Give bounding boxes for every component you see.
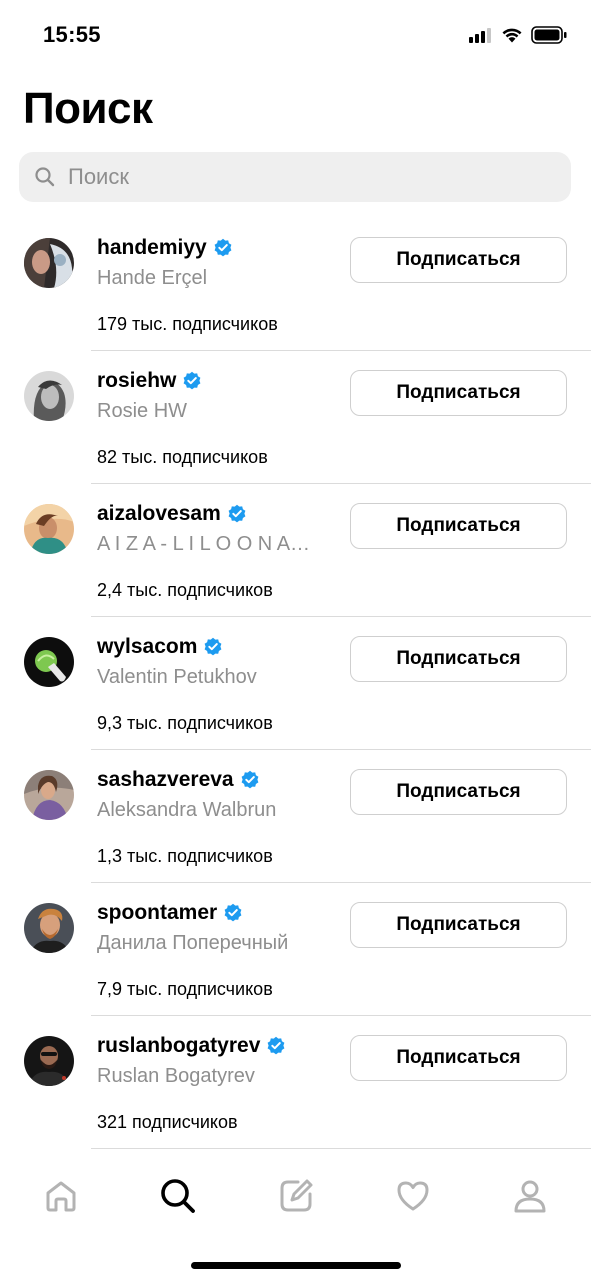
tab-activity[interactable] <box>393 1176 433 1216</box>
follow-button[interactable]: Подписаться <box>350 370 567 416</box>
follow-button[interactable]: Подписаться <box>350 503 567 549</box>
verified-badge-icon <box>204 637 222 656</box>
avatar[interactable] <box>24 371 74 421</box>
tab-profile[interactable] <box>510 1176 550 1216</box>
search-icon <box>35 167 55 187</box>
verified-badge-icon <box>228 504 246 523</box>
full-name: A I Z A - L I L O O N A… <box>97 533 311 555</box>
battery-icon <box>531 26 567 44</box>
profile-icon <box>514 1180 546 1213</box>
follower-count: 1,3 тыс. подписчиков <box>97 846 273 866</box>
tab-compose[interactable] <box>276 1176 316 1216</box>
search-bar[interactable] <box>19 152 571 202</box>
compose-icon <box>280 1179 313 1212</box>
follower-count: 7,9 тыс. подписчиков <box>97 979 273 999</box>
verified-badge-icon <box>224 903 242 922</box>
verified-badge-icon <box>241 770 259 789</box>
follow-button[interactable]: Подписаться <box>350 636 567 682</box>
username[interactable]: handemiyy <box>97 236 207 260</box>
username[interactable]: wylsacom <box>97 635 197 659</box>
follower-count: 2,4 тыс. подписчиков <box>97 580 273 600</box>
username-line: spoontamer <box>97 901 243 925</box>
heart-icon <box>397 1181 429 1211</box>
status-time: 15:55 <box>43 22 101 47</box>
verified-badge-icon <box>183 371 201 390</box>
avatar[interactable] <box>24 770 74 820</box>
full-name: Данила Поперечный <box>97 932 289 954</box>
avatar[interactable] <box>24 238 74 288</box>
list-item[interactable]: aizalovesam A I Z A - L I L O O N A… 2,4… <box>0 484 591 617</box>
username[interactable]: ruslanbogatyrev <box>97 1034 260 1058</box>
follow-button[interactable]: Подписаться <box>350 769 567 815</box>
username[interactable]: rosiehw <box>97 369 176 393</box>
username-line: aizalovesam <box>97 502 247 526</box>
follower-count: 179 тыс. подписчиков <box>97 314 278 334</box>
follow-button[interactable]: Подписаться <box>350 902 567 948</box>
full-name: Ruslan Bogatyrev <box>97 1065 255 1087</box>
search-icon <box>161 1179 195 1213</box>
home-icon <box>46 1181 76 1212</box>
wifi-icon <box>502 28 522 43</box>
full-name: Hande Erçel <box>97 267 208 289</box>
cellular-signal-icon <box>469 28 491 43</box>
full-name: Valentin Petukhov <box>97 666 257 688</box>
avatar[interactable] <box>24 903 74 953</box>
list-item[interactable]: wylsacom Valentin Petukhov 9,3 тыс. подп… <box>0 617 591 750</box>
follower-count: 321 подписчиков <box>97 1112 238 1132</box>
list-item[interactable]: rosiehw Rosie HW 82 тыс. подписчиков Под… <box>0 351 591 484</box>
list-item[interactable]: handemiyy Hande Erçel 179 тыс. подписчик… <box>0 218 591 351</box>
verified-badge-icon <box>267 1036 285 1055</box>
tab-search[interactable] <box>158 1176 198 1216</box>
tab-home[interactable] <box>41 1176 81 1216</box>
username[interactable]: spoontamer <box>97 901 217 925</box>
username-line: handemiyy <box>97 236 233 260</box>
list-item[interactable]: spoontamer Данила Поперечный 7,9 тыс. по… <box>0 883 591 1016</box>
status-icons <box>469 26 567 44</box>
list-item[interactable]: sashazvereva Aleksandra Walbrun 1,3 тыс.… <box>0 750 591 883</box>
follow-button[interactable]: Подписаться <box>350 1035 567 1081</box>
status-bar: 15:55 <box>0 0 591 70</box>
avatar[interactable] <box>24 637 74 687</box>
list-item[interactable]: ruslanbogatyrev Ruslan Bogatyrev 321 под… <box>0 1016 591 1149</box>
full-name: Rosie HW <box>97 400 188 422</box>
full-name: Aleksandra Walbrun <box>97 799 277 821</box>
avatar[interactable] <box>24 504 74 554</box>
username[interactable]: aizalovesam <box>97 502 221 526</box>
search-input[interactable] <box>66 163 540 191</box>
page-title: Поиск <box>23 84 153 133</box>
follower-count: 9,3 тыс. подписчиков <box>97 713 273 733</box>
search-results-list: handemiyy Hande Erçel 179 тыс. подписчик… <box>0 218 591 1149</box>
verified-badge-icon <box>214 238 232 257</box>
username[interactable]: sashazvereva <box>97 768 234 792</box>
username-line: rosiehw <box>97 369 202 393</box>
home-indicator <box>191 1262 401 1269</box>
username-line: sashazvereva <box>97 768 260 792</box>
avatar[interactable] <box>24 1036 74 1086</box>
username-line: wylsacom <box>97 635 223 659</box>
follower-count: 82 тыс. подписчиков <box>97 447 268 467</box>
follow-button[interactable]: Подписаться <box>350 237 567 283</box>
divider <box>91 1148 591 1149</box>
username-line: ruslanbogatyrev <box>97 1034 286 1058</box>
tab-bar <box>0 1160 591 1240</box>
